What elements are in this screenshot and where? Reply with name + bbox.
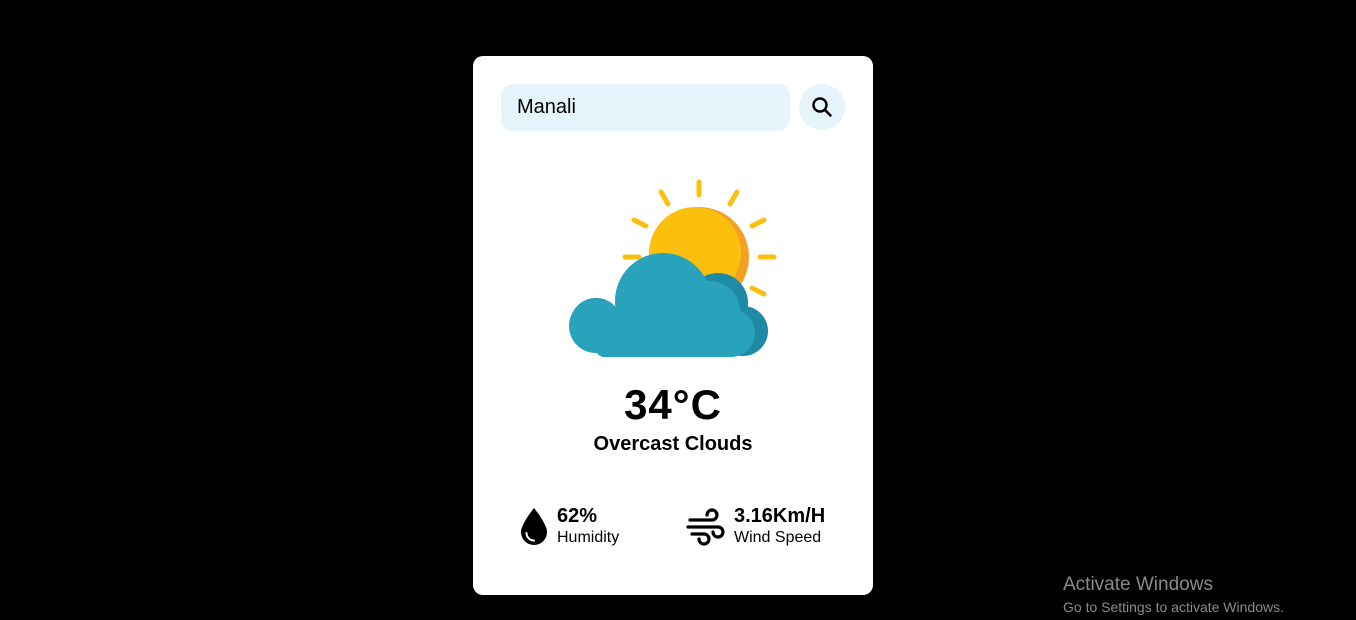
weather-card: Manali 34°C Overcast Clouds 62% Humidity… xyxy=(473,56,873,595)
search-icon xyxy=(811,96,833,118)
search-button[interactable] xyxy=(799,84,845,130)
temperature: 34°C xyxy=(624,381,722,428)
watermark-subtitle: Go to Settings to activate Windows. xyxy=(1063,599,1284,615)
wind-speed-value: 3.16Km/H xyxy=(734,505,826,527)
wind-icon xyxy=(686,506,726,546)
water-drop-icon xyxy=(519,506,549,546)
humidity-value: 62% xyxy=(557,505,598,527)
partly-cloudy-icon xyxy=(568,178,778,360)
wind-speed-label: Wind Speed xyxy=(734,529,822,546)
search-input[interactable]: Manali xyxy=(501,84,790,131)
windows-activation-watermark: Activate Windows Go to Settings to activ… xyxy=(1063,573,1284,617)
humidity-label: Humidity xyxy=(557,529,620,546)
humidity-stat: 62% Humidity xyxy=(519,505,619,547)
wind-stat: 3.16Km/H Wind Speed xyxy=(686,505,825,547)
watermark-title: Activate Windows xyxy=(1063,574,1213,595)
search-input-value: Manali xyxy=(517,96,576,118)
weather-description: Overcast Clouds xyxy=(593,433,753,455)
